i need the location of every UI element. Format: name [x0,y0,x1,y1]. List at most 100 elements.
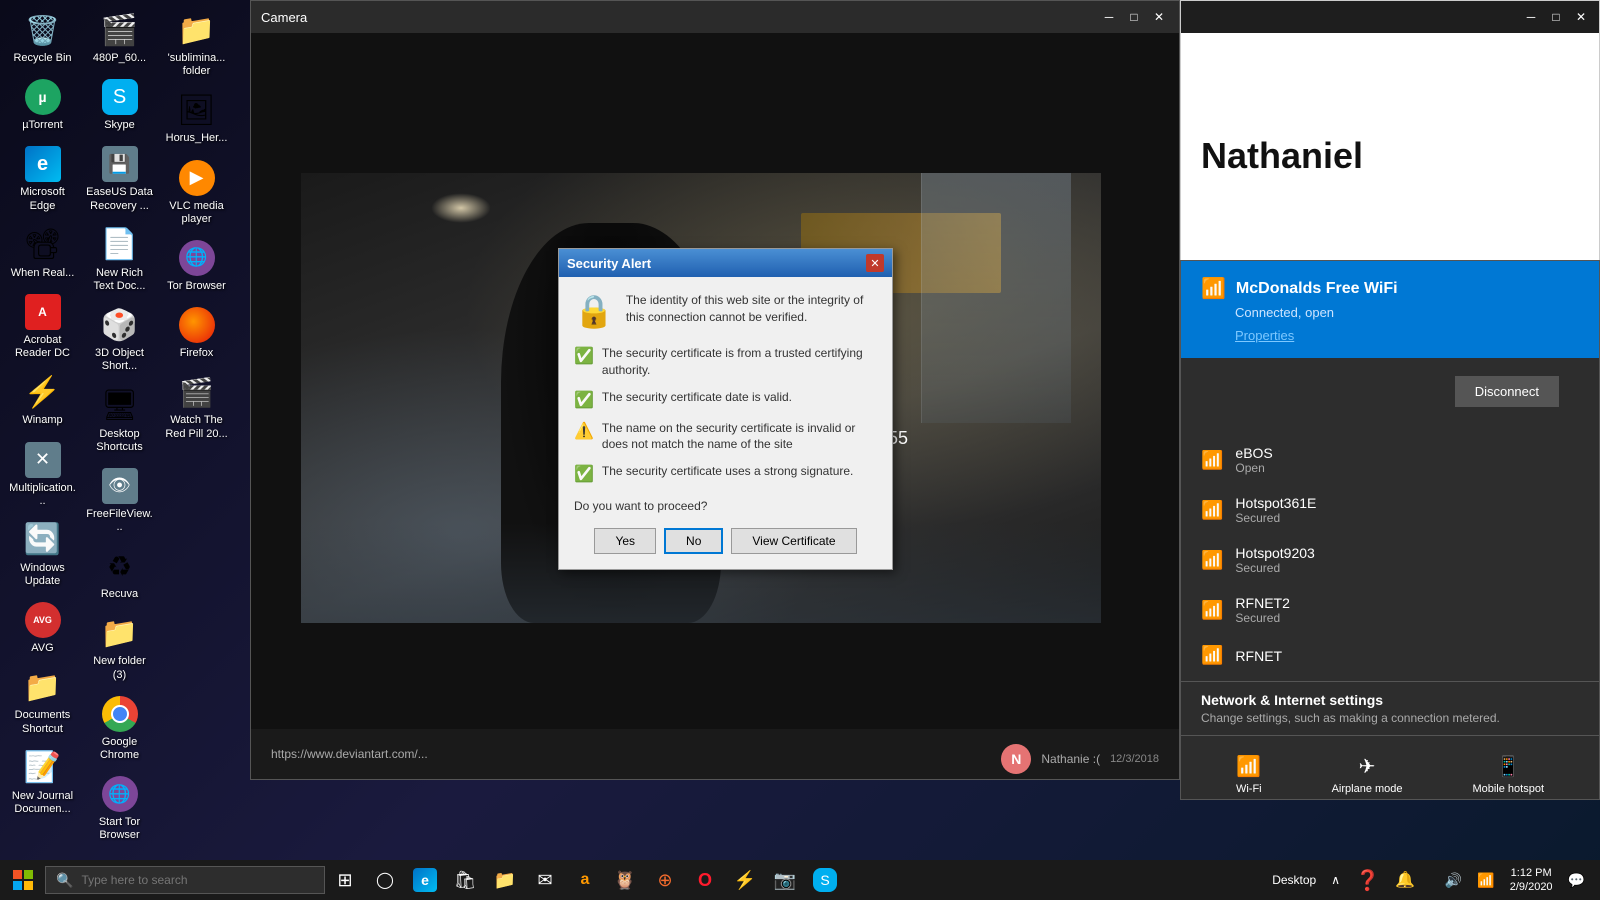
desktop-icon-when-real[interactable]: 📽 When Real... [5,220,80,285]
when-real-icon: 📽 [23,225,63,265]
taskbar-opera-button[interactable]: O [685,860,725,900]
winamp-icon: ⚡ [23,372,63,412]
desktop-icon-freefileview[interactable]: 👁 FreeFileView... [82,461,157,539]
taskbar-search-input[interactable] [81,873,314,887]
disconnect-button[interactable]: Disconnect [1455,376,1559,407]
taskbar-network-button[interactable]: 📶 [1472,860,1499,900]
taskbar-camera-button[interactable]: 📷 [765,860,805,900]
desktop-icon-tor-browser[interactable]: 🌐 Tor Browser [159,233,234,298]
wifi-item-hotspot361e[interactable]: 📶 Hotspot361E Secured [1181,485,1599,535]
easeus-label: EaseUS Data Recovery ... [85,186,154,212]
desktop-icon-utorrent[interactable]: µ µTorrent [5,72,80,137]
start-button[interactable] [0,860,45,900]
wifi-properties-link[interactable]: Properties [1235,328,1579,343]
wifi-item-rfnet[interactable]: 📶 RFNET [1181,635,1599,676]
taskbar-volume-button[interactable]: 🔊 [1440,860,1467,900]
security-no-button[interactable]: No [664,528,723,554]
desktop-icon-avg[interactable]: AVG AVG [5,595,80,660]
desktop-icon-acrobat[interactable]: A Acrobat Reader DC [5,287,80,365]
desktop-icon-winamp[interactable]: ⚡ Winamp [5,367,80,432]
security-dialog-header-text: The identity of this web site or the int… [626,292,877,326]
taskbar-tripadvisor-icon: 🦉 [614,870,636,891]
view-certificate-button[interactable]: View Certificate [731,528,856,554]
camera-maximize-button[interactable]: □ [1124,7,1144,27]
desktop-icon-multiplication[interactable]: ✕ Multiplication... [5,435,80,513]
desktop-icon-start-tor[interactable]: 🌐 Start Tor Browser [82,769,157,847]
desktop-icon-easeus[interactable]: 💾 EaseUS Data Recovery ... [82,139,157,217]
wifi-connection-status: Connected, open [1235,305,1579,320]
camera-minimize-button[interactable]: ─ [1099,7,1119,27]
taskbar-skype-icon: S [813,868,837,892]
desktop-icon-subliminal[interactable]: 📁 'sublimina... folder [159,5,234,83]
taskbar-amazon-button[interactable]: a [565,860,605,900]
desktop-icon-new-rich-text[interactable]: 📄 New Rich Text Doc... [82,220,157,298]
taskbar-mail-button[interactable]: ✉ [525,860,565,900]
task-view-button[interactable]: ⊞ [325,860,365,900]
desktop-icon-3d-object[interactable]: 🎲 3D Object Short... [82,300,157,378]
desktop-icon-google-chrome[interactable]: Google Chrome [82,689,157,767]
security-lock-warning-icon: 🔒 [574,292,614,330]
avg-icon: AVG [23,600,63,640]
camera-close-button[interactable]: ✕ [1149,7,1169,27]
taskbar-mail-icon: ✉ [537,870,552,891]
taskbar-store-button[interactable]: 🛍 [445,860,485,900]
taskbar-search-bar[interactable]: 🔍 [45,866,325,894]
horus-label: Horus_Her... [166,132,228,145]
wifi-item-ebos[interactable]: 📶 eBOS Open [1181,435,1599,485]
desktop-icon-skype[interactable]: S Skype [82,72,157,137]
taskbar-clock[interactable]: 1:12 PM 2/9/2020 [1505,860,1558,900]
camera-window-title: Camera [261,10,307,25]
airplane-mode-button[interactable]: ✈ Airplane mode [1317,746,1418,800]
desktop-icon-edge[interactable]: e Microsoft Edge [5,139,80,217]
security-yes-button[interactable]: Yes [594,528,656,554]
desktop-icon-480p[interactable]: 🎬 480P_60... [82,5,157,70]
desktop-icon-vlc[interactable]: ▶ VLC media player [159,153,234,231]
desktop-icon-watch-red-pill[interactable]: 🎬 Watch The Red Pill 20... [159,367,234,445]
taskbar-action-center-button[interactable]: 💬 [1563,860,1590,900]
desktop-icon-windows-update[interactable]: 🔄 Windows Update [5,515,80,593]
taskbar-overflow-button[interactable]: ∧ [1326,860,1345,900]
wifi-signal-icon-hotspot361e: 📶 [1201,500,1223,521]
wifi-toggle-button[interactable]: 📶 Wi-Fi [1221,746,1277,800]
desktop-icon-firefox[interactable]: Firefox [159,300,234,365]
skype-label: Skype [104,119,135,132]
desktop-icon-new-journal[interactable]: 📝 New Journal Documen... [5,743,80,821]
wifi-item-hotspot9203[interactable]: 📶 Hotspot9203 Secured [1181,535,1599,585]
network-settings-title[interactable]: Network & Internet settings [1201,692,1579,708]
taskbar-skype-button[interactable]: S [805,860,845,900]
desktop-icon-desktop-shortcuts[interactable]: 🖥 Desktop Shortcuts [82,381,157,459]
network-settings-section: Network & Internet settings Change setti… [1181,681,1599,735]
wifi-name-hotspot361e: Hotspot361E [1235,495,1316,511]
taskbar-desktop-label[interactable]: Desktop [1267,860,1321,900]
wifi-item-rfnet2[interactable]: 📶 RFNET2 Secured [1181,585,1599,635]
mobile-hotspot-button[interactable]: 📱 Mobile hotspot [1457,746,1559,800]
taskbar-origin-button[interactable]: ⊕ [645,860,685,900]
security-dialog-close-button[interactable]: ✕ [866,254,884,272]
taskbar-notifications-button[interactable]: 🔔 [1390,860,1420,900]
taskbar-files-button[interactable]: 📁 [485,860,525,900]
taskbar-cortana-button[interactable]: ◯ [365,860,405,900]
taskbar-winamp-button[interactable]: ⚡ [725,860,765,900]
multiplication-label: Multiplication... [8,482,77,508]
taskbar-help-icon[interactable]: ❓ [1350,860,1385,900]
chat-maximize-button[interactable]: □ [1546,7,1566,27]
desktop-icon-horus[interactable]: 🖼 Horus_Her... [159,85,234,150]
taskbar-edge-button[interactable]: e [405,860,445,900]
windows-update-label: Windows Update [8,562,77,588]
wifi-panel: 📶 McDonalds Free WiFi Connected, open Pr… [1180,260,1600,800]
taskbar-language-button[interactable] [1425,860,1435,900]
vlc-label: VLC media player [162,200,231,226]
chat-titlebar: ─ □ ✕ [1181,1,1599,33]
chat-message-preview: Nathanie :( [1041,752,1100,766]
taskbar-tripadvisor-button[interactable]: 🦉 [605,860,645,900]
chat-close-button[interactable]: ✕ [1571,7,1591,27]
desktop-icon-new-folder-3[interactable]: 📁 New folder (3) [82,608,157,686]
desktop-icon-documents-shortcut[interactable]: 📁 Documents Shortcut [5,662,80,740]
wifi-info-hotspot361e: Hotspot361E Secured [1235,495,1316,525]
multiplication-icon: ✕ [23,440,63,480]
check-ok-icon-4: ✅ [574,464,594,484]
chat-minimize-button[interactable]: ─ [1521,7,1541,27]
desktop-icon-recycle-bin[interactable]: 🗑️ Recycle Bin [5,5,80,70]
watch-red-pill-icon: 🎬 [177,372,217,412]
desktop-icon-recuva[interactable]: ♻ Recuva [82,541,157,606]
